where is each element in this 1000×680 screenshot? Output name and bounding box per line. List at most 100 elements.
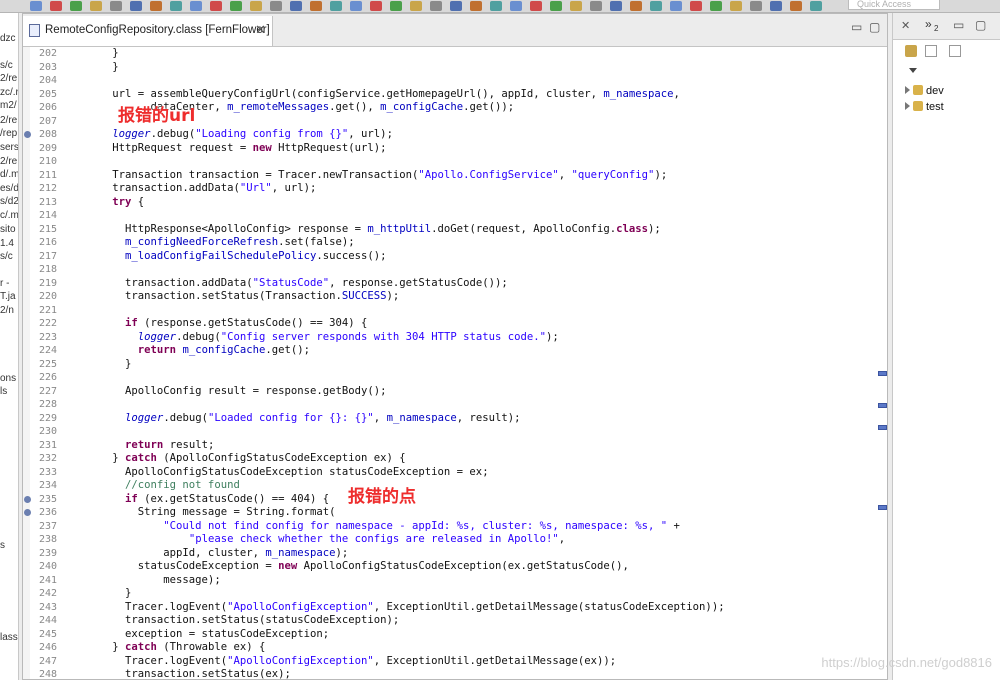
- code-line[interactable]: 248 transaction.setStatus(ex);: [23, 668, 887, 679]
- minimize-icon[interactable]: ▭: [851, 20, 862, 34]
- breakpoint-icon[interactable]: [24, 131, 31, 138]
- toolbar-button-icon[interactable]: [70, 1, 82, 11]
- toolbar-button-icon[interactable]: [630, 1, 642, 11]
- toolbar-button-icon[interactable]: [330, 1, 342, 11]
- code-line[interactable]: 212 transaction.addData("Url", url);: [23, 182, 887, 196]
- toolbar-button-icon[interactable]: [470, 1, 482, 11]
- toolbar-button-icon[interactable]: [650, 1, 662, 11]
- explorer-item-fragment[interactable]: 1.4: [0, 238, 14, 249]
- expand-arrow-icon[interactable]: [905, 86, 910, 94]
- toolbar-button-icon[interactable]: [190, 1, 202, 11]
- code-line[interactable]: 237 "Could not find config for namespace…: [23, 520, 887, 534]
- toolbar-button-icon[interactable]: [170, 1, 182, 11]
- toolbar-button-icon[interactable]: [130, 1, 142, 11]
- toolbar-button-icon[interactable]: [550, 1, 562, 11]
- explorer-item-fragment[interactable]: 2/re: [0, 156, 17, 167]
- code-area[interactable]: 202 } 203 } 204 205 url = assembleQueryConf…: [23, 47, 887, 679]
- code-line[interactable]: 221: [23, 304, 887, 318]
- editor-tab[interactable]: RemoteConfigRepository.class [FernFlower…: [23, 16, 273, 46]
- toolbar-button-icon[interactable]: [270, 1, 282, 11]
- breakpoint-icon[interactable]: [24, 509, 31, 516]
- expand-arrow-icon[interactable]: [905, 102, 910, 110]
- code-line[interactable]: 238 "please check whether the configs ar…: [23, 533, 887, 547]
- explorer-item-fragment[interactable]: T.ja: [0, 291, 16, 302]
- toolbar-button-icon[interactable]: [90, 1, 102, 11]
- code-line[interactable]: 214: [23, 209, 887, 223]
- close-icon[interactable]: ✕: [255, 22, 266, 38]
- toolbar-button-icon[interactable]: [30, 1, 42, 11]
- explorer-item-fragment[interactable]: 2/re: [0, 73, 17, 84]
- toolbar-button-icon[interactable]: [450, 1, 462, 11]
- code-line[interactable]: 211 Transaction transaction = Tracer.new…: [23, 169, 887, 183]
- explorer-item-fragment[interactable]: 2/n: [0, 305, 14, 316]
- explorer-item-fragment[interactable]: 2/re: [0, 115, 17, 126]
- code-line[interactable]: 204: [23, 74, 887, 88]
- toolbar-button-icon[interactable]: [670, 1, 682, 11]
- code-line[interactable]: 220 transaction.setStatus(Transaction.SU…: [23, 290, 887, 304]
- document-icon[interactable]: [949, 45, 961, 57]
- explorer-item-fragment[interactable]: s: [0, 540, 5, 551]
- explorer-item-fragment[interactable]: zc/.r: [0, 87, 18, 98]
- explorer-item-fragment[interactable]: r -: [0, 278, 9, 289]
- tree-item-test[interactable]: test: [905, 101, 944, 113]
- explorer-item-fragment[interactable]: s/c: [0, 251, 13, 262]
- code-line[interactable]: 240 statusCodeException = new ApolloConf…: [23, 560, 887, 574]
- toolbar-button-icon[interactable]: [710, 1, 722, 11]
- explorer-item-fragment[interactable]: m2/: [0, 100, 17, 111]
- breakpoint-icon[interactable]: [24, 495, 31, 503]
- toolbar-button-icon[interactable]: [810, 1, 822, 11]
- toolbar-button-icon[interactable]: [510, 1, 522, 11]
- code-line[interactable]: 234 //config not found: [23, 479, 887, 493]
- explorer-item-fragment[interactable]: d/.m: [0, 169, 18, 180]
- toolbar-button-icon[interactable]: [610, 1, 622, 11]
- code-line[interactable]: 224 return m_configCache.get();: [23, 344, 887, 358]
- code-line[interactable]: 233 ApolloConfigStatusCodeException stat…: [23, 466, 887, 480]
- code-line[interactable]: 228: [23, 398, 887, 412]
- quick-access-input[interactable]: Quick Access: [848, 0, 940, 10]
- toolbar-button-icon[interactable]: [530, 1, 542, 11]
- toolbar-button-icon[interactable]: [370, 1, 382, 11]
- toolbar-button-icon[interactable]: [310, 1, 322, 11]
- file-icon[interactable]: [925, 45, 937, 57]
- code-line[interactable]: 246 } catch (Throwable ex) {: [23, 641, 887, 655]
- toolbar-button-icon[interactable]: [230, 1, 242, 11]
- code-line[interactable]: 231 return result;: [23, 439, 887, 453]
- toolbar-button-icon[interactable]: [150, 1, 162, 11]
- explorer-item-fragment[interactable]: s/c: [0, 60, 13, 71]
- code-line[interactable]: 236 String message = String.format(: [23, 506, 887, 520]
- toolbar-button-icon[interactable]: [430, 1, 442, 11]
- code-line[interactable]: 222 if (response.getStatusCode() == 304)…: [23, 317, 887, 331]
- code-line[interactable]: 215 HttpResponse<ApolloConfig> response …: [23, 223, 887, 237]
- toolbar-button-icon[interactable]: [790, 1, 802, 11]
- toolbar-button-icon[interactable]: [730, 1, 742, 11]
- explorer-item-fragment[interactable]: c/.m: [0, 210, 18, 221]
- toolbar-button-icon[interactable]: [690, 1, 702, 11]
- minimize-icon[interactable]: ▭: [953, 18, 964, 32]
- code-line[interactable]: 217 m_loadConfigFailSchedulePolicy.succe…: [23, 250, 887, 264]
- code-line[interactable]: 226: [23, 371, 887, 385]
- close-icon[interactable]: ✕: [901, 19, 910, 32]
- code-line[interactable]: 219 transaction.addData("StatusCode", re…: [23, 277, 887, 291]
- toolbar-button-icon[interactable]: [50, 1, 62, 11]
- explorer-item-fragment[interactable]: ls: [0, 386, 7, 397]
- code-line[interactable]: 247 Tracer.logEvent("ApolloConfigExcepti…: [23, 655, 887, 669]
- toolbar-button-icon[interactable]: [570, 1, 582, 11]
- toolbar-button-icon[interactable]: [350, 1, 362, 11]
- explorer-item-fragment[interactable]: /rep: [0, 128, 17, 139]
- code-line[interactable]: 243 Tracer.logEvent("ApolloConfigExcepti…: [23, 601, 887, 615]
- explorer-item-fragment[interactable]: s/d2: [0, 196, 18, 207]
- maximize-icon[interactable]: ▢: [975, 18, 986, 32]
- code-line[interactable]: 225 }: [23, 358, 887, 372]
- code-line[interactable]: 227 ApolloConfig result = response.getBo…: [23, 385, 887, 399]
- tab-overflow-icon[interactable]: »: [925, 17, 932, 31]
- toolbar-button-icon[interactable]: [410, 1, 422, 11]
- code-line[interactable]: 230: [23, 425, 887, 439]
- code-line[interactable]: 202 }: [23, 47, 887, 61]
- code-line[interactable]: 245 exception = statusCodeException;: [23, 628, 887, 642]
- code-line[interactable]: 232 } catch (ApolloConfigStatusCodeExcep…: [23, 452, 887, 466]
- code-line[interactable]: 213 try {: [23, 196, 887, 210]
- toolbar-button-icon[interactable]: [490, 1, 502, 11]
- code-line[interactable]: 244 transaction.setStatus(statusCodeExce…: [23, 614, 887, 628]
- explorer-item-fragment[interactable]: sers: [0, 142, 18, 153]
- toolbar-button-icon[interactable]: [750, 1, 762, 11]
